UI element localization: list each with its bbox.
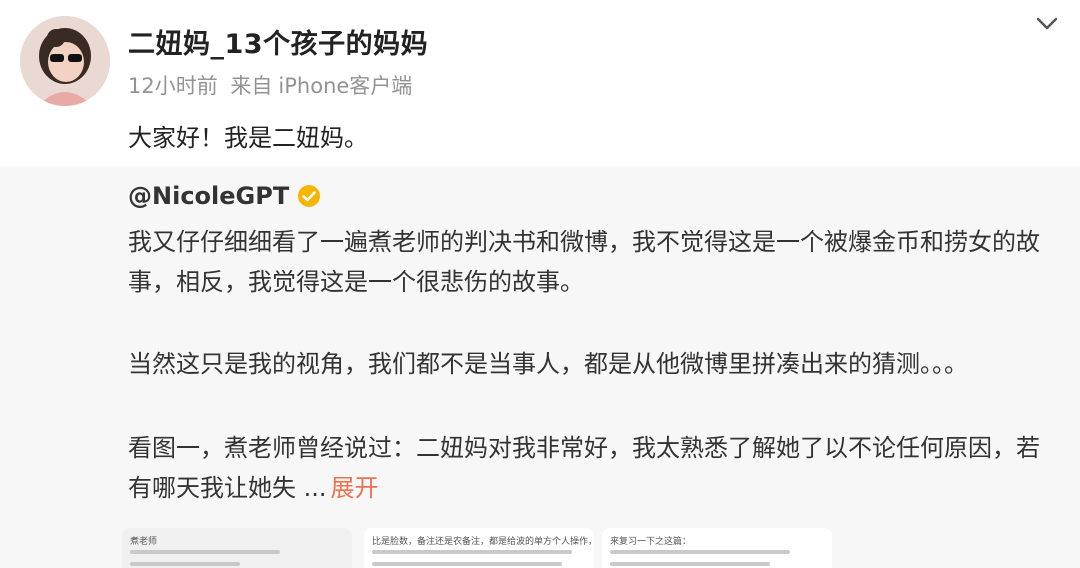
repost-paragraph-2: 当然这只是我的视角，我们都不是当事人，都是从他微博里拼凑出来的猜测。。。	[128, 350, 968, 378]
avatar-photo	[20, 16, 110, 106]
repost-paragraph-1: 我又仔仔细细看了一遍煮老师的判决书和微博，我不觉得这是一个被爆金币和捞女的故事，…	[128, 228, 1040, 296]
weibo-post: 二妞妈_13个孩子的妈妈 12小时前 来自 iPhone客户端 大家好！我是二妞妈…	[0, 0, 1080, 568]
expand-link[interactable]: 展开	[331, 474, 379, 502]
thumbnail-caption: 来复习一下之这篇：	[610, 537, 692, 547]
thumbnail-text-line	[372, 550, 572, 554]
thumbnail-text-line	[130, 550, 280, 554]
ellipsis: ...	[303, 474, 327, 502]
thumbnail-text-line	[372, 562, 562, 566]
thumbnail-text-line	[130, 562, 240, 566]
author-name[interactable]: 二妞妈_13个孩子的妈妈	[128, 22, 428, 61]
verified-badge-icon	[297, 184, 321, 208]
thumbnail-caption: 煮老师	[130, 537, 158, 547]
thumbnail-text-line	[610, 562, 770, 566]
repost-author-row: @NicoleGPT	[128, 182, 321, 210]
repost-image-thumbnail[interactable]: 比是脸数，备注还是农备注，都是给波的单方个人操作，转账505,000,000元的…	[364, 528, 594, 568]
post-meta: 12小时前 来自 iPhone客户端	[128, 70, 418, 100]
source-prefix: 来自	[230, 74, 273, 98]
repost-author[interactable]: @NicoleGPT	[128, 182, 289, 210]
repost-card[interactable]: @NicoleGPT 我又仔仔细细看了一遍煮老师的判决书和微博，我不觉得这是一个…	[0, 166, 1080, 568]
repost-image-thumbnail[interactable]: 煮老师	[122, 528, 352, 568]
repost-paragraph-3: 看图一，煮老师曾经说过：二妞妈对我非常好，我太熟悉了解她了以不论任何原因，若有哪…	[128, 428, 1058, 508]
post-text: 大家好！我是二妞妈。	[128, 124, 368, 152]
avatar[interactable]	[20, 16, 110, 106]
source-device[interactable]: iPhone客户端	[278, 74, 412, 98]
chevron-down-icon[interactable]	[1032, 12, 1062, 36]
thumbnail-text-line	[610, 550, 790, 554]
thumbnail-caption: 比是脸数，备注还是农备注，都是给波的单方个人操作，转账505,000,000元的…	[372, 537, 594, 547]
repost-image-thumbnail[interactable]: 来复习一下之这篇：	[602, 528, 832, 568]
repost-paragraph-3-text: 看图一，煮老师曾经说过：二妞妈对我非常好，我太熟悉了解她了以不论任何原因，若有哪…	[128, 434, 1040, 502]
post-time[interactable]: 12小时前	[128, 74, 218, 98]
